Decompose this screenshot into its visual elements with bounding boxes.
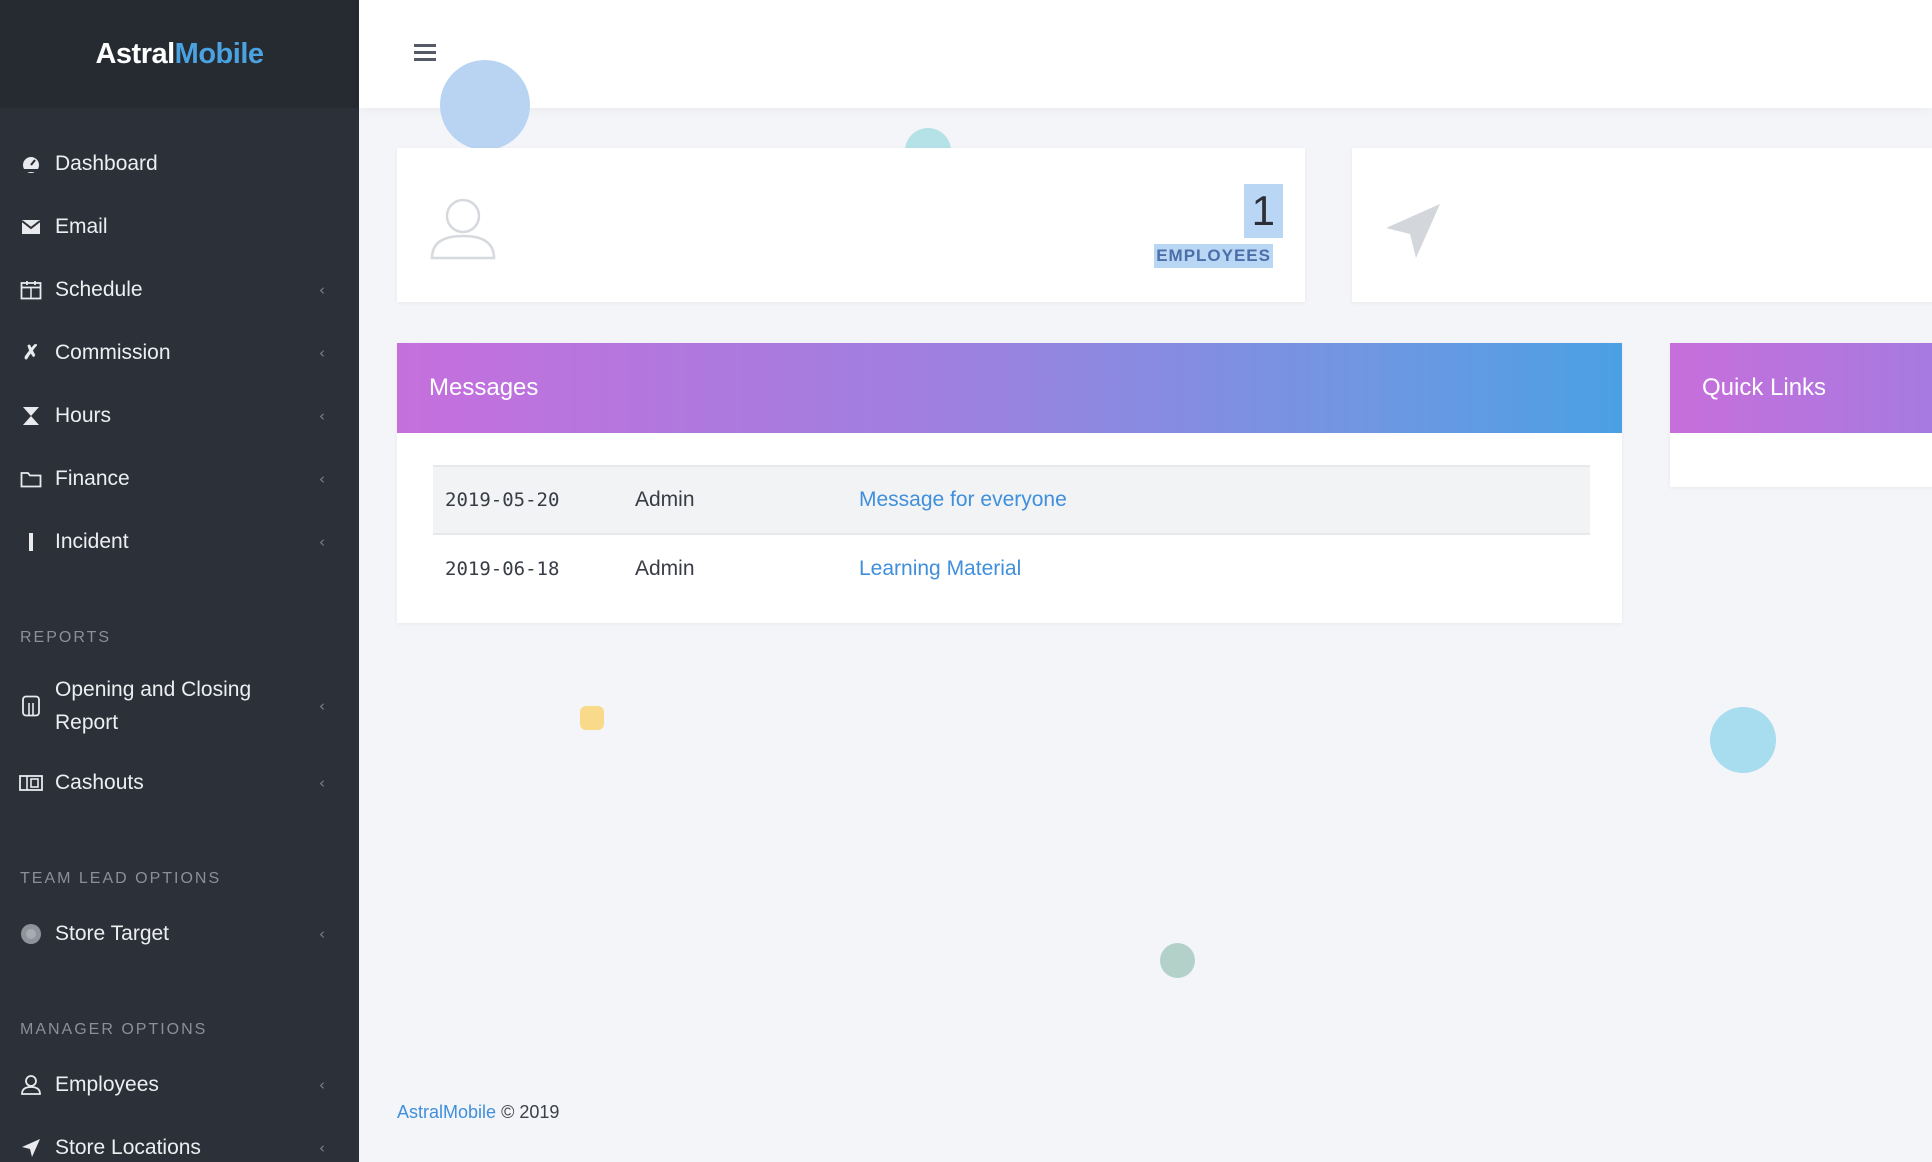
decorative-bubble [1710,707,1776,773]
chevron-left-icon: ‹ [319,280,325,299]
sidebar-item-email[interactable]: Email [0,195,359,258]
footer-copyright: © 2019 [501,1102,560,1122]
sidebar-item-label: Dashboard [55,151,158,175]
chevron-left-icon: ‹ [319,1075,325,1094]
hourglass-icon [18,403,44,429]
sidebar-nav-reports: Opening and Closing Report ‹ Cashouts ‹ [0,657,359,814]
sidebar-item-label: Email [55,214,108,238]
target-icon [18,921,44,947]
sidebar-item-label: Store Target [55,921,170,945]
employees-icon [18,1072,44,1098]
sidebar-nav: Dashboard Email Schedule ‹ ✗ Commission … [0,108,359,573]
sidebar: Astral Mobile Dashboard Email Schedule ‹ … [0,0,359,1162]
chevron-left-icon: ‹ [319,696,325,715]
sidebar-item-finance[interactable]: Finance ‹ [0,447,359,510]
messages-table: 2019-05-20 Admin Message for everyone 20… [433,465,1590,602]
employees-label: EMPLOYEES [1154,244,1273,268]
chevron-left-icon: ‹ [319,343,325,362]
chevron-left-icon: ‹ [319,924,325,943]
sidebar-item-opening-closing-report[interactable]: Opening and Closing Report ‹ [0,661,359,751]
message-date: 2019-06-18 [445,557,560,580]
sidebar-item-store-locations[interactable]: Store Locations ‹ [0,1116,359,1162]
sidebar-item-hours[interactable]: Hours ‹ [0,384,359,447]
chevron-left-icon: ‹ [319,469,325,488]
message-date: 2019-05-20 [445,489,560,511]
footer: AstralMobile © 2019 [397,1102,559,1123]
user-icon [430,198,496,260]
sidebar-item-label: Incident [55,529,129,553]
top-bar [359,0,1932,108]
messages-panel-header: Messages [397,343,1622,433]
chevron-left-icon: ‹ [319,532,325,551]
sidebar-nav-team-lead: Store Target ‹ [0,898,359,965]
sidebar-item-dashboard[interactable]: Dashboard [0,132,359,195]
sidebar-nav-manager: Employees ‹ Store Locations ‹ [0,1049,359,1162]
chevron-left-icon: ‹ [319,406,325,425]
dashboard-icon [18,151,44,177]
sidebar-item-label: Employees [55,1072,159,1096]
decorative-bubble [440,60,530,150]
decorative-bubble [1160,943,1195,978]
report-icon [18,693,44,719]
sidebar-item-cashouts[interactable]: Cashouts ‹ [0,751,359,814]
sidebar-item-commission[interactable]: ✗ Commission ‹ [0,321,359,384]
sidebar-item-store-target[interactable]: Store Target ‹ [0,902,359,965]
sidebar-item-label: Finance [55,466,130,490]
quick-links-panel: Quick Links [1670,343,1932,487]
decorative-bubble [580,706,604,730]
chevron-left-icon: ‹ [319,773,325,792]
calendar-icon [18,277,44,303]
chevron-left-icon: ‹ [319,1138,325,1157]
employees-count: 1 [1243,184,1283,238]
locations-stat-card[interactable] [1352,148,1932,302]
email-icon [18,214,44,240]
sidebar-item-label: Cashouts [55,770,144,794]
message-link[interactable]: Message for everyone [859,488,1067,511]
menu-toggle-icon[interactable] [414,44,436,62]
messages-panel: Messages 2019-05-20 Admin Message for ev… [397,343,1622,623]
section-title-manager-options: MANAGER OPTIONS [20,1021,208,1038]
footer-brand-link[interactable]: AstralMobile [397,1102,496,1122]
sidebar-item-label: Hours [55,403,112,427]
exclamation-icon [18,529,44,555]
employees-stat-card[interactable]: 1 EMPLOYEES [397,148,1305,302]
brand-name-part2: Mobile [174,37,264,70]
section-title-team-lead-options: TEAM LEAD OPTIONS [20,870,222,887]
table-row: 2019-05-20 Admin Message for everyone [433,466,1590,534]
message-author: Admin [635,488,695,511]
quick-links-header: Quick Links [1670,343,1932,433]
message-link[interactable]: Learning Material [859,557,1021,580]
sidebar-item-label: Store Locations [55,1135,201,1159]
sidebar-item-incident[interactable]: Incident ‹ [0,510,359,573]
sidebar-item-label: Commission [55,340,171,364]
message-author: Admin [635,556,695,580]
location-arrow-icon [1386,204,1440,258]
sidebar-item-label: Opening and Closing Report [55,678,252,734]
table-row: 2019-06-18 Admin Learning Material [433,534,1590,602]
sidebar-item-label: Schedule [55,277,143,301]
messages-title: Messages [429,374,539,401]
location-icon [18,1135,44,1161]
commission-icon: ✗ [22,342,40,364]
section-title-reports: REPORTS [20,629,112,646]
sidebar-item-employees[interactable]: Employees ‹ [0,1053,359,1116]
brand-logo[interactable]: Astral Mobile [0,0,359,108]
sidebar-item-schedule[interactable]: Schedule ‹ [0,258,359,321]
brand-name-part1: Astral [95,37,175,70]
folder-icon [18,466,44,492]
cash-icon [18,770,44,796]
quick-links-title: Quick Links [1702,374,1827,401]
